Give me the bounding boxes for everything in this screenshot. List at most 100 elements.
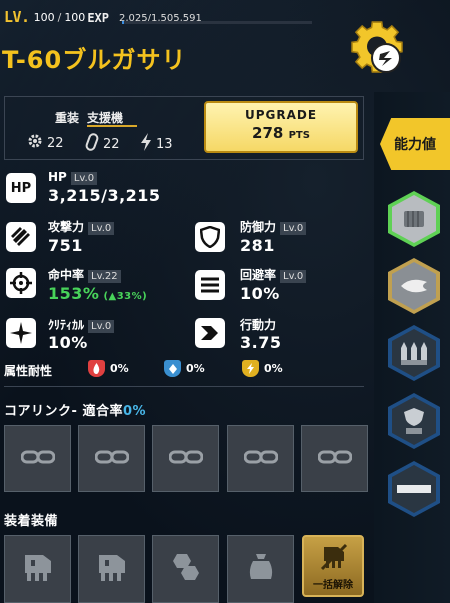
- mini-stat-gear: 22: [27, 133, 64, 153]
- upgrade-button[interactable]: UPGRADE 278 PTS: [204, 101, 358, 153]
- chain-link-icon: [243, 449, 278, 468]
- equip-slot-weapon-2[interactable]: [78, 535, 145, 603]
- defense-value: 281: [240, 236, 275, 255]
- core-link-slot-4[interactable]: [227, 425, 294, 492]
- accuracy-bonus: (▲33%): [103, 291, 148, 302]
- crosshair-icon: [6, 268, 36, 298]
- upgrade-title: UPGRADE: [244, 108, 318, 122]
- hp-icon: HP: [6, 173, 36, 203]
- evasion-level: Lv.0: [280, 270, 307, 283]
- core-link-header: コアリンク- 適合率0%: [4, 400, 146, 419]
- armor-shield-icon: [392, 397, 436, 445]
- action-icon: [195, 318, 225, 348]
- thruster-icon: [392, 262, 436, 310]
- fire-resistance-value: 0%: [110, 362, 129, 375]
- upgrade-points: 278: [252, 124, 284, 142]
- hex-module-icon: [169, 552, 203, 586]
- critical-level: Lv.0: [88, 320, 115, 333]
- hp-label: HP: [48, 170, 67, 184]
- resistance-label: 属性耐性: [4, 364, 53, 378]
- unit-name: T-60ブルガサリ: [2, 46, 187, 74]
- tab-stats-label: 能力値: [394, 137, 436, 153]
- chain-link-icon: [168, 449, 203, 468]
- critical-label-row: ｸﾘﾃｨｶﾙ Lv.0: [48, 316, 115, 333]
- hp-label-row: HP Lv.0: [48, 170, 98, 185]
- fire-resistance: 0%: [88, 360, 129, 377]
- mini-stat-capsule: 22: [85, 133, 120, 155]
- evasion-label: 回避率: [240, 268, 277, 282]
- ice-resistance: 0%: [164, 360, 205, 377]
- defense-label: 防御力: [240, 220, 277, 234]
- upgrade-points-row: 278 PTS: [206, 124, 356, 142]
- attack-label-row: 攻撃力 Lv.0: [48, 218, 115, 235]
- customize-gear-icon[interactable]: [342, 14, 412, 84]
- core-link-label: コアリンク-: [4, 404, 78, 419]
- evasion-value: 10%: [240, 284, 280, 303]
- weapon-part-icon: [95, 551, 129, 587]
- mini-stat-gear-value: 22: [47, 135, 64, 151]
- accuracy-value-row: 153% (▲33%): [48, 284, 147, 303]
- empty-slot-icon: [392, 465, 436, 513]
- electric-resistance-value: 0%: [264, 362, 283, 375]
- critical-star-icon: [6, 318, 36, 348]
- hp-level: Lv.0: [70, 172, 98, 185]
- unequip-icon: [320, 543, 350, 576]
- action-label: 行動力: [240, 318, 277, 332]
- mini-stat-capsule-value: 22: [103, 136, 120, 152]
- attack-level: Lv.0: [88, 222, 115, 235]
- electric-icon: [242, 360, 259, 377]
- chain-link-icon: [317, 449, 352, 468]
- evasion-icon: [195, 270, 225, 300]
- equip-slot-module[interactable]: [152, 535, 219, 603]
- unequip-all-button[interactable]: 一括解除: [302, 535, 364, 597]
- equip-slot-item[interactable]: [227, 535, 294, 603]
- class-underline: [87, 125, 137, 127]
- bolt-icon: [140, 133, 156, 155]
- core-link-slot-3[interactable]: [152, 425, 219, 492]
- class-weight: 重装: [55, 111, 80, 125]
- core-link-rate: 0%: [122, 404, 147, 419]
- fire-icon: [88, 360, 105, 377]
- divider: [4, 386, 364, 387]
- class-tags: 重装 支援機: [55, 109, 131, 126]
- critical-value: 10%: [48, 333, 88, 352]
- mini-stat-bolt: 13: [140, 133, 173, 155]
- accuracy-value: 153%: [48, 284, 100, 303]
- core-link-slot-1[interactable]: [4, 425, 71, 492]
- bag-icon: [247, 552, 275, 586]
- unequip-all-label: 一括解除: [313, 580, 353, 591]
- equip-slot-weapon-1[interactable]: [4, 535, 71, 603]
- evasion-label-row: 回避率 Lv.0: [240, 266, 307, 283]
- chain-link-icon: [94, 449, 129, 468]
- gear-icon: [27, 133, 47, 153]
- exp-progress-bar: [122, 21, 312, 24]
- accuracy-level: Lv.22: [88, 270, 121, 283]
- missile-icon: [392, 329, 436, 377]
- weapon-part-icon: [21, 551, 55, 587]
- fist-icon: [392, 195, 436, 243]
- hp-value: 3,215/3,215: [48, 186, 161, 205]
- core-link-slot-5[interactable]: [301, 425, 368, 492]
- exp-label: EXP: [87, 11, 109, 25]
- core-link-slot-2[interactable]: [78, 425, 145, 492]
- defense-icon: [195, 222, 225, 252]
- capsule-icon: [85, 133, 103, 155]
- attack-value: 751: [48, 236, 83, 255]
- upgrade-unit: PTS: [288, 130, 310, 141]
- level-current: 100: [33, 11, 55, 24]
- chain-link-icon: [20, 449, 55, 468]
- mini-stat-bolt-value: 13: [156, 136, 173, 152]
- level-label: LV.: [4, 8, 30, 26]
- defense-label-row: 防御力 Lv.0: [240, 218, 307, 235]
- tab-stats[interactable]: 能力値: [380, 118, 450, 170]
- ice-icon: [164, 360, 181, 377]
- ice-resistance-value: 0%: [186, 362, 205, 375]
- attack-icon: [6, 222, 36, 252]
- equipment-label: 装着装備: [4, 514, 59, 529]
- accuracy-label-row: 命中率 Lv.22: [48, 266, 121, 283]
- defense-level: Lv.0: [280, 222, 307, 235]
- core-link-rate-label: 適合率: [82, 404, 123, 419]
- level-separator: /: [57, 11, 62, 24]
- level-max: 100: [64, 11, 86, 24]
- electric-resistance: 0%: [242, 360, 283, 377]
